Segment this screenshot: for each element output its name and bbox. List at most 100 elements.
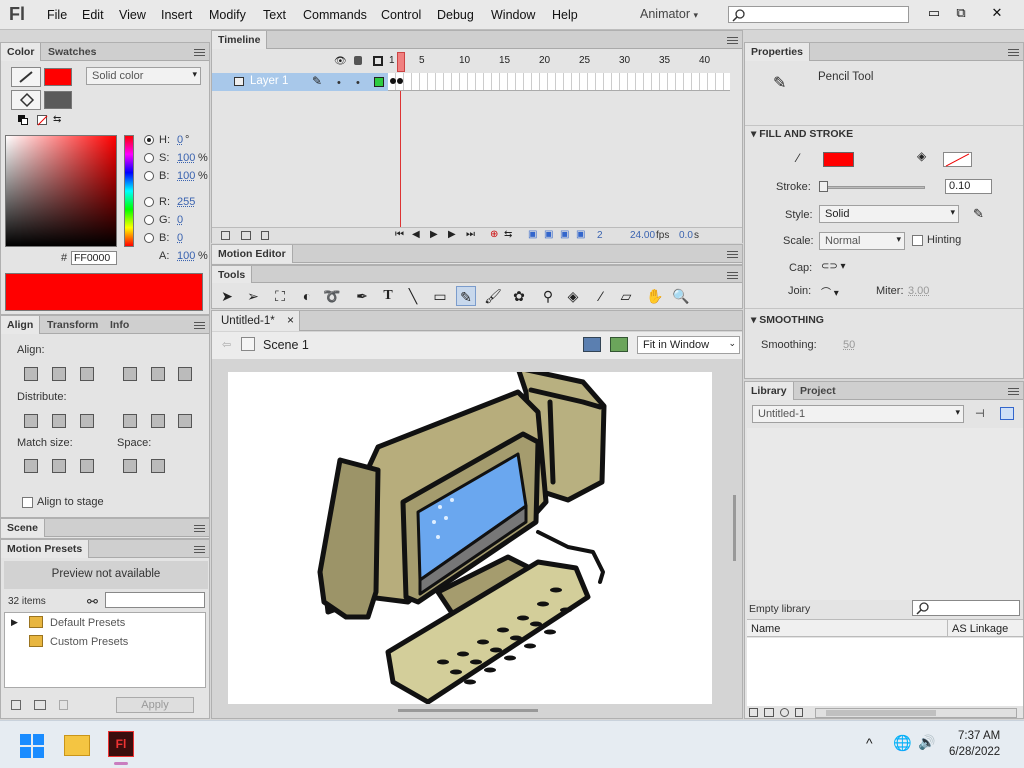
new-library-panel-icon[interactable] — [1000, 407, 1014, 420]
panel-menu-icon[interactable] — [194, 49, 205, 56]
column-as-linkage[interactable]: AS Linkage — [952, 623, 1008, 635]
minimize-button[interactable]: ▭ — [921, 3, 947, 23]
paint-bucket-tool-icon[interactable]: ◈ — [563, 286, 583, 306]
bone-tool-icon[interactable]: ⚲ — [538, 286, 558, 306]
saturation-brightness-picker[interactable] — [5, 135, 117, 247]
align-to-stage-checkbox[interactable] — [22, 497, 33, 508]
distribute-top-icon[interactable] — [22, 412, 38, 428]
delete-layer-icon[interactable] — [261, 231, 269, 240]
distribute-vcenter-icon[interactable] — [50, 412, 66, 428]
slider-thumb[interactable] — [819, 181, 828, 192]
selection-tool-icon[interactable]: ➤ — [217, 286, 237, 306]
eraser-tool-icon[interactable]: ▱ — [616, 286, 636, 306]
align-hcenter-icon[interactable] — [50, 365, 66, 381]
playhead[interactable] — [397, 52, 405, 72]
menu-window[interactable]: Window — [491, 8, 535, 22]
menu-edit[interactable]: Edit — [82, 8, 104, 22]
stroke-style-select[interactable]: Solid ▾ — [819, 205, 959, 223]
h-radio[interactable] — [144, 135, 154, 145]
apply-button[interactable]: Apply — [116, 697, 194, 713]
brush-tool-icon[interactable]: 🖌 — [483, 286, 503, 306]
new-preset-icon[interactable] — [11, 700, 21, 710]
menu-file[interactable]: File — [47, 8, 67, 22]
edit-symbols-icon[interactable] — [610, 337, 628, 352]
smoothing-header[interactable]: ▾ SMOOTHING — [745, 311, 1022, 329]
trash-icon[interactable] — [795, 708, 803, 717]
distribute-hcenter-icon[interactable] — [149, 412, 165, 428]
panel-menu-icon[interactable] — [1008, 49, 1019, 56]
tab-motion-editor[interactable]: Motion Editor — [212, 245, 293, 263]
menu-text[interactable]: Text — [263, 8, 286, 22]
onion-skin-icon[interactable]: ▣ — [528, 229, 537, 240]
visibility-dot-icon[interactable]: • — [337, 77, 341, 89]
menu-commands[interactable]: Commands — [303, 8, 367, 22]
tab-properties[interactable]: Properties — [745, 43, 810, 61]
s-value[interactable]: 100 — [177, 152, 195, 164]
center-frame-icon[interactable]: ⊕ — [490, 229, 498, 240]
scale-select[interactable]: Normal ▾ — [819, 232, 905, 250]
deco-tool-icon[interactable]: ✿ — [509, 286, 529, 306]
new-symbol-icon[interactable] — [749, 708, 758, 717]
hex-input[interactable]: FF0000 — [71, 251, 117, 265]
loop-icon[interactable]: ⇆ — [504, 229, 512, 240]
no-color-icon[interactable] — [37, 115, 48, 126]
expand-arrow-icon[interactable]: ▶ — [11, 617, 18, 628]
tab-tools[interactable]: Tools — [212, 266, 253, 283]
lasso-tool-icon[interactable]: ➰ — [322, 286, 342, 306]
pin-library-icon[interactable]: ⊣ — [975, 407, 989, 420]
space-vertical-icon[interactable] — [121, 457, 137, 473]
fill-color-toggle[interactable] — [11, 90, 41, 110]
lock-dot-icon[interactable]: • — [356, 77, 360, 89]
chevron-up-icon[interactable]: ^ — [866, 735, 873, 751]
panel-menu-icon[interactable] — [727, 37, 738, 44]
join-select[interactable]: ⌒ ▾ — [821, 284, 847, 299]
r-radio[interactable] — [144, 197, 154, 207]
play-icon[interactable]: ▶ — [430, 229, 438, 240]
tab-motion-presets[interactable]: Motion Presets — [1, 540, 90, 558]
panel-menu-icon[interactable] — [194, 322, 205, 329]
restore-button[interactable]: ⧉ — [948, 3, 974, 23]
layer-name[interactable]: Layer 1 — [250, 75, 288, 87]
hue-slider[interactable] — [124, 135, 134, 247]
tab-swatches[interactable]: Swatches — [42, 43, 102, 61]
edit-stroke-style-icon[interactable]: ✎ — [973, 206, 984, 222]
h-value[interactable]: 0 — [177, 134, 183, 146]
fill-color-swatch[interactable] — [44, 91, 72, 109]
frame-row[interactable] — [388, 73, 730, 91]
cap-select[interactable]: ⊂⊃ ▾ — [821, 261, 847, 275]
panel-menu-icon[interactable] — [194, 546, 205, 553]
step-forward-icon[interactable]: ▶ — [448, 229, 456, 240]
menu-control[interactable]: Control — [381, 8, 421, 22]
tab-transform[interactable]: Transform — [41, 316, 104, 334]
library-search-input[interactable] — [912, 600, 1020, 616]
g-radio[interactable] — [144, 215, 154, 225]
match-both-icon[interactable] — [78, 457, 94, 473]
time-value[interactable]: 0.0 — [679, 230, 693, 241]
stage[interactable] — [228, 372, 712, 704]
panel-menu-icon[interactable] — [727, 272, 738, 279]
3d-rotation-tool-icon[interactable]: ◐ — [297, 286, 317, 306]
fill-color-swatch[interactable] — [943, 152, 972, 167]
new-layer-icon[interactable] — [221, 231, 230, 240]
align-right-icon[interactable] — [78, 365, 94, 381]
workspace-switcher[interactable]: Animator ▾ — [640, 7, 698, 21]
layer-row[interactable]: Layer 1 ✎ • • — [212, 73, 388, 91]
menu-insert[interactable]: Insert — [161, 8, 192, 22]
library-document-select[interactable]: Untitled-1 ▾ — [752, 405, 964, 423]
library-hscrollbar[interactable] — [815, 708, 1017, 718]
back-arrow-icon[interactable]: ⇦ — [222, 338, 231, 351]
horizontal-scrollbar[interactable] — [398, 709, 538, 712]
align-left-icon[interactable] — [22, 365, 38, 381]
new-folder-icon[interactable] — [764, 708, 774, 717]
stroke-width-input[interactable]: 0.10 — [945, 179, 992, 194]
help-search-input[interactable] — [728, 6, 909, 23]
windows-start-icon[interactable] — [20, 734, 44, 758]
black-white-icon[interactable] — [18, 115, 28, 125]
close-tab-icon[interactable]: × — [287, 313, 294, 327]
match-height-icon[interactable] — [50, 457, 66, 473]
panel-menu-icon[interactable] — [194, 525, 205, 532]
globe-icon[interactable]: 🌐 — [893, 734, 912, 752]
new-folder-icon[interactable] — [34, 700, 46, 710]
menu-help[interactable]: Help — [552, 8, 578, 22]
stroke-color-swatch[interactable] — [823, 152, 854, 167]
